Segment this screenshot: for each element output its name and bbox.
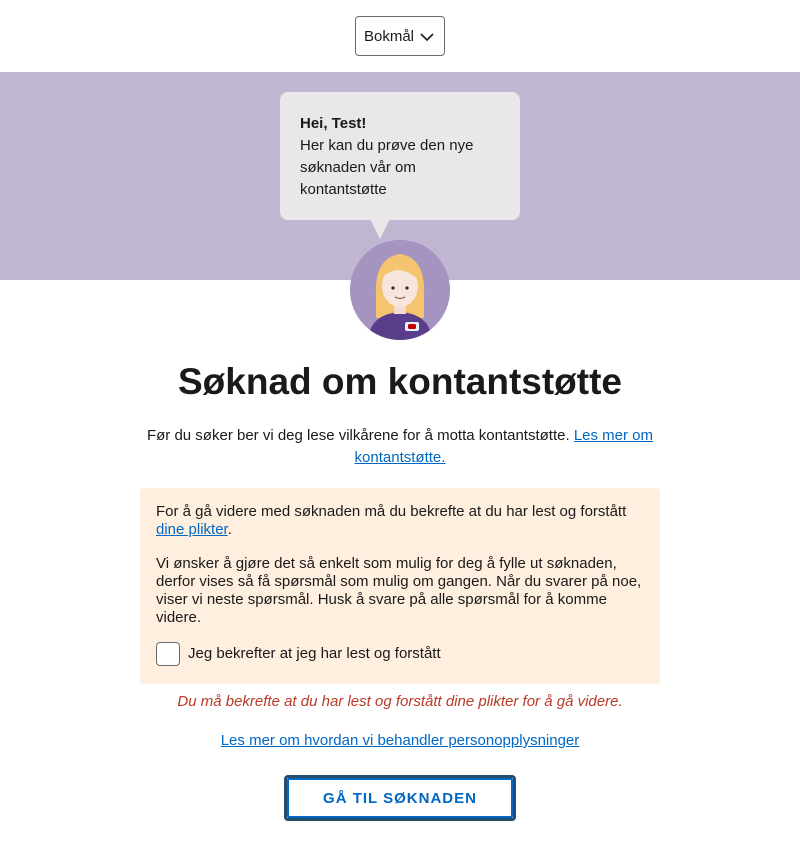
page-title: Søknad om kontantstøtte [177,361,623,402]
privacy-link-container: Les mer om hvordan vi behandler personop… [0,730,800,752]
duties-paragraph: For å gå videre med søknaden må du bekre… [156,503,644,539]
intro-text: Før du søker ber vi deg lese vilkårene f… [140,425,660,469]
confirm-checkbox-label[interactable]: Jeg bekrefter at jeg har lest og forståt… [188,643,441,665]
language-select[interactable]: Bokmål [355,16,445,56]
language-select-value: Bokmål [364,27,415,45]
duties-period: . [227,521,232,538]
bubble-message: Her kan du prøve den nye søknaden vår om… [300,137,474,198]
speech-bubble-tail [370,219,390,239]
info-box: For å gå videre med søknaden må du bekre… [140,488,660,684]
start-application-button[interactable]: GÅ TIL SØKNADEN [284,775,516,821]
page: Bokmål Hei, Test! Her kan du prøve den n… [0,0,800,852]
speech-bubble: Hei, Test! Her kan du prøve den nye søkn… [280,92,520,220]
confirm-checkbox[interactable] [156,642,180,666]
privacy-link[interactable]: Les mer om hvordan vi behandler personop… [221,732,580,749]
chevron-down-icon [420,33,434,42]
confirm-checkbox-row[interactable]: Jeg bekrefter at jeg har lest og forståt… [156,642,644,666]
intro-description: Før du søker ber vi deg lese vilkårene f… [146,427,574,444]
duties-link[interactable]: dine plikter [156,521,228,538]
veileder-avatar-icon [350,240,450,340]
duties-text: For å gå videre med søknaden må du bekre… [156,503,627,520]
info-paragraph: Vi ønsker å gjøre det så enkelt som muli… [156,555,642,626]
greeting: Hei, Test! [300,115,367,132]
error-message: Du må bekrefte at du har lest og forståt… [177,693,623,710]
